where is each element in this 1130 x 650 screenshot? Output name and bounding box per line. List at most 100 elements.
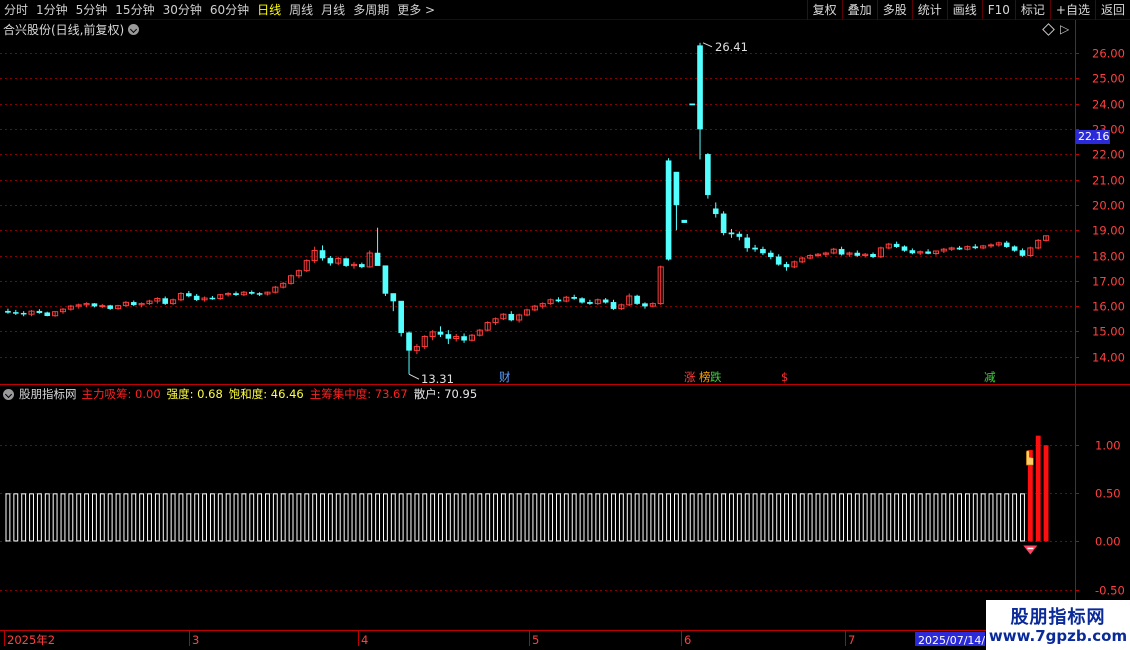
toolbar-button[interactable]: 标记 (1014, 0, 1050, 20)
indicator-bar (304, 493, 310, 542)
indicator-bar (430, 493, 436, 542)
candle-body (972, 246, 979, 249)
indicator-bar (288, 493, 294, 542)
candle-body (12, 312, 19, 314)
price-tick-label: 14.00 (1092, 351, 1125, 365)
period-tab[interactable]: 60分钟 (206, 0, 253, 20)
indicator-bar (886, 493, 892, 542)
indicator-bar (99, 493, 105, 542)
indicator-bar (540, 493, 546, 542)
period-tab[interactable]: 30分钟 (159, 0, 206, 20)
indicator-bar (194, 493, 200, 542)
candle-body (783, 264, 790, 268)
candle-body (327, 257, 334, 264)
period-tab[interactable]: 多周期 (349, 0, 393, 20)
candle-body (893, 243, 900, 247)
indicator-bar (5, 493, 11, 542)
period-tab[interactable]: 分时 (0, 0, 32, 20)
arrow-right-icon[interactable]: ▷ (1060, 22, 1072, 36)
indicator-bar (878, 493, 884, 542)
indicator-tick-label: -0.50 (1095, 584, 1125, 598)
period-tab[interactable]: 周线 (285, 0, 317, 20)
period-tab[interactable]: 15分钟 (111, 0, 158, 20)
watermark: 股朋指标网 www.7gpzb.com (986, 600, 1130, 650)
indicator-bar (209, 493, 215, 542)
indicator-bar (272, 493, 278, 542)
candle-body (398, 300, 404, 333)
candle-body (319, 250, 326, 259)
indicator-bar (862, 493, 868, 542)
candle-body (767, 252, 774, 258)
indicator-field-label: 主筹集中度: (309, 387, 372, 401)
period-tab[interactable]: 月线 (317, 0, 349, 20)
indicator-bar (854, 493, 860, 542)
indicator-field: 散户: 70.95 (414, 386, 477, 402)
candle-body (359, 264, 365, 268)
indicator-bar (902, 493, 907, 542)
candle-body (775, 256, 782, 265)
indicator-bar (469, 493, 475, 542)
indicator-field-value: 73.67 (371, 387, 408, 401)
indicator-bar (571, 493, 577, 542)
indicator-bar (249, 493, 255, 542)
main-chart-title: 合兴股份(日线,前复权) (3, 22, 140, 37)
date-tick-label: 7 (848, 633, 855, 647)
candle-body (209, 297, 216, 300)
candle-body (1019, 250, 1026, 256)
candle-body (760, 248, 766, 254)
indicator-bar (170, 493, 176, 542)
stock-title: 合兴股份(日线,前复权) (3, 22, 125, 37)
stock-chart[interactable]: 14.00 15.00 16.00 17.00 18.00 19.00 20.00 21.00… (0, 20, 1130, 650)
toolbar-button[interactable]: 复权 (806, 0, 842, 20)
period-tab[interactable]: 更多 > (393, 0, 439, 20)
period-tab[interactable]: 5分钟 (72, 0, 112, 20)
indicator-bar (626, 493, 632, 542)
toolbar-button[interactable]: F10 (981, 0, 1015, 20)
price-tick-label: 19.00 (1092, 224, 1125, 238)
indicator-bar (438, 493, 443, 542)
toolbar-button[interactable]: +自选 (1049, 0, 1095, 20)
period-tab[interactable]: 日线 (253, 0, 285, 20)
price-tick-label: 24.00 (1092, 98, 1125, 112)
indicator-field-value: 0.00 (131, 387, 161, 401)
date-tick-label: 4 (361, 633, 368, 647)
indicator-bar (477, 493, 483, 542)
low-pointer (408, 373, 420, 380)
candle-body (587, 302, 593, 304)
indicator-field-value: 46.46 (267, 387, 304, 401)
toolbar-button[interactable]: 叠加 (841, 0, 877, 20)
indicator-field-value: 0.68 (193, 387, 223, 401)
candle-body (445, 334, 452, 339)
indicator-bar (233, 493, 239, 542)
event-marker: 减 (984, 370, 996, 384)
candle-body (99, 305, 106, 308)
toolbar-button[interactable]: 画线 (946, 0, 982, 20)
toolbar-button[interactable]: 多股 (876, 0, 912, 20)
date-tick-label: 3 (192, 633, 199, 647)
indicator-tick-label: 0.00 (1095, 535, 1121, 549)
candle-body (555, 299, 562, 302)
indicator-bar (587, 493, 593, 542)
indicator-bar (705, 493, 711, 542)
indicator-bar (202, 493, 207, 542)
indicator-bar (139, 493, 145, 542)
candle-body (681, 219, 688, 223)
candle-body (390, 293, 397, 302)
toolbar-button[interactable]: 返回 (1094, 0, 1130, 20)
indicator-bar (548, 493, 554, 542)
indicator-bar (265, 493, 270, 542)
indicator-bar (485, 493, 491, 542)
indicator-field: 饱和度: 46.46 (229, 386, 304, 402)
indicator-bar (894, 493, 900, 542)
indicator-bar (917, 493, 923, 542)
indicator-bar (359, 493, 365, 542)
chevron-down-icon[interactable] (3, 388, 14, 400)
chevron-down-icon[interactable] (128, 23, 140, 35)
indicator-bar (351, 493, 357, 542)
event-marker: $ (781, 370, 788, 384)
indicator-bar (84, 493, 90, 542)
toolbar-button[interactable]: 统计 (911, 0, 947, 20)
indicator-bar (422, 493, 428, 542)
indicator-bar (673, 493, 679, 542)
period-tab[interactable]: 1分钟 (32, 0, 72, 20)
